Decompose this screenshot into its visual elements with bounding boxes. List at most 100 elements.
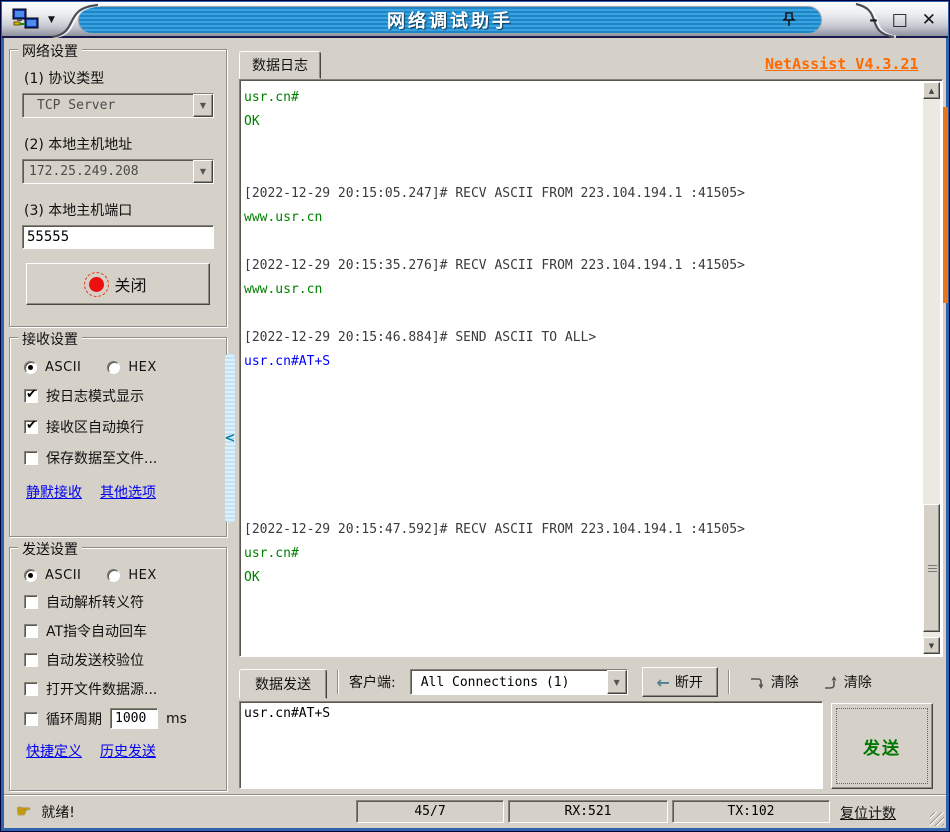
host-value: 172.25.249.208 bbox=[29, 164, 139, 179]
toolbar-divider-2 bbox=[727, 670, 730, 694]
send-toolbar: 数据发送 客户端: All Connections (1) ▼ ← 断开 清除 … bbox=[239, 665, 943, 699]
send-button[interactable]: 发送 bbox=[831, 703, 933, 789]
client-combo[interactable]: All Connections (1) ▼ bbox=[409, 669, 628, 695]
frame-count-panel: 45/7 bbox=[356, 800, 504, 823]
statusbar: ☛ 就绪! 45/7 RX:521 TX:102 复位计数 bbox=[4, 794, 946, 828]
app-icon[interactable] bbox=[12, 8, 40, 32]
clear-send-button[interactable]: 清除 bbox=[819, 670, 876, 694]
pin-icon[interactable] bbox=[781, 11, 797, 29]
log-mode-checkbox[interactable] bbox=[24, 387, 38, 403]
network-settings-title: 网络设置 bbox=[18, 41, 82, 61]
shortcut-define-link[interactable]: 快捷定义 bbox=[26, 741, 82, 761]
protocol-combo[interactable]: TCP Server ▼ bbox=[22, 93, 214, 118]
receive-settings-group: 接收设置 ASCII HEX 按日志模式显示 接收区自动换行 保存数据至文件..… bbox=[9, 329, 227, 537]
auto-checksum-checkbox[interactable] bbox=[24, 653, 38, 667]
data-log-area[interactable]: usr.cn# OK [2022-12-29 20:15:05.247]# REC… bbox=[239, 79, 943, 657]
netassist-window: 网络调试助手 ▼ – □ ✕ 网络设置 (1) 协议类型 TCP Server … bbox=[0, 0, 950, 832]
cycle-label: 循环周期 bbox=[46, 711, 102, 728]
tab-data-send-label: 数据发送 bbox=[255, 677, 311, 693]
client-combo-value: All Connections (1) bbox=[420, 674, 570, 690]
file-source-label: 打开文件数据源... bbox=[46, 682, 158, 698]
at-cr-checkbox[interactable] bbox=[24, 624, 38, 638]
log-line: usr.cn#AT+S bbox=[244, 354, 331, 369]
send-settings-title: 发送设置 bbox=[18, 539, 82, 559]
connection-toggle-button[interactable]: 关闭 bbox=[26, 263, 210, 305]
log-line: usr.cn# bbox=[244, 546, 299, 561]
save-to-file-label: 保存数据至文件... bbox=[46, 451, 158, 467]
scrollbar-thumb[interactable] bbox=[923, 504, 940, 632]
protocol-label: (1) 协议类型 bbox=[24, 71, 105, 87]
cycle-checkbox[interactable] bbox=[24, 711, 38, 726]
tab-data-send[interactable]: 数据发送 bbox=[239, 669, 327, 699]
collapse-left-icon[interactable]: < bbox=[225, 431, 236, 446]
save-to-file-checkbox[interactable] bbox=[24, 451, 38, 465]
escape-parse-checkbox[interactable] bbox=[24, 595, 38, 609]
at-cr-label: AT指令自动回车 bbox=[46, 624, 148, 640]
toolbar-divider bbox=[337, 670, 339, 694]
send-button-label: 发送 bbox=[863, 738, 901, 759]
log-lines: usr.cn# OK [2022-12-29 20:15:05.247]# REC… bbox=[244, 86, 918, 590]
tx-count-panel: TX:102 bbox=[672, 800, 830, 823]
minimize-button[interactable]: – bbox=[869, 11, 878, 29]
scroll-up-icon[interactable]: ▲ bbox=[923, 82, 940, 99]
recv-ascii-label: ASCII bbox=[45, 360, 82, 375]
close-button[interactable]: ✕ bbox=[922, 11, 936, 29]
window-title: 网络调试助手 bbox=[387, 11, 513, 32]
cycle-input[interactable] bbox=[110, 708, 158, 729]
recv-hex-radio[interactable] bbox=[107, 361, 121, 374]
recv-hex-label: HEX bbox=[128, 360, 157, 375]
titlebar[interactable]: 网络调试助手 ▼ – □ ✕ bbox=[2, 2, 948, 38]
escape-parse-label: 自动解析转义符 bbox=[46, 595, 144, 611]
history-send-link[interactable]: 历史发送 bbox=[100, 741, 156, 761]
clear-send-label: 清除 bbox=[843, 675, 872, 691]
file-source-checkbox[interactable] bbox=[24, 682, 38, 696]
scroll-down-icon[interactable]: ▼ bbox=[923, 637, 940, 654]
log-line: OK bbox=[244, 114, 260, 129]
send-settings-group: 发送设置 ASCII HEX 自动解析转义符 AT指令自动回车 自动发送校验位 … bbox=[9, 539, 227, 791]
titlebar-pill: 网络调试助手 bbox=[78, 6, 822, 34]
log-line: [2022-12-29 20:15:05.247]# RECV ASCII FR… bbox=[244, 186, 745, 201]
recv-ascii-radio[interactable] bbox=[24, 361, 37, 374]
other-options-link[interactable]: 其他选项 bbox=[100, 482, 156, 502]
send-input[interactable]: usr.cn#AT+S bbox=[239, 701, 823, 789]
log-scrollbar[interactable]: ▲ ▼ bbox=[923, 82, 940, 654]
clear-receive-label: 清除 bbox=[770, 675, 799, 691]
log-line: usr.cn# bbox=[244, 90, 299, 105]
client-dropdown-icon[interactable]: ▼ bbox=[606, 670, 627, 694]
send-hex-radio[interactable] bbox=[107, 569, 121, 582]
host-dropdown-icon[interactable]: ▼ bbox=[193, 160, 213, 183]
port-input[interactable] bbox=[22, 225, 214, 249]
log-line: [2022-12-29 20:15:46.884]# SEND ASCII TO… bbox=[244, 330, 597, 345]
ready-hand-icon: ☛ bbox=[16, 802, 32, 822]
maximize-button[interactable]: □ bbox=[892, 11, 908, 29]
host-combo[interactable]: 172.25.249.208 ▼ bbox=[22, 159, 214, 184]
disconnect-label: 断开 bbox=[674, 675, 703, 691]
silent-receive-link[interactable]: 静默接收 bbox=[26, 482, 82, 502]
auto-wrap-checkbox[interactable] bbox=[24, 418, 38, 434]
panel-collapse-splitter[interactable]: < bbox=[225, 353, 235, 523]
clear-up-arrow-icon bbox=[824, 675, 837, 689]
protocol-dropdown-icon[interactable]: ▼ bbox=[193, 94, 213, 117]
resize-grip[interactable] bbox=[930, 812, 944, 826]
version-link[interactable]: NetAssist V4.3.21 bbox=[765, 55, 919, 73]
app-menu-arrow-icon[interactable]: ▼ bbox=[48, 15, 55, 25]
tab-data-log-label: 数据日志 bbox=[252, 58, 308, 74]
cycle-unit: ms bbox=[166, 710, 187, 727]
network-settings-group: 网络设置 (1) 协议类型 TCP Server ▼ (2) 本地主机地址 17… bbox=[9, 41, 227, 327]
reset-count-button[interactable]: 复位计数 bbox=[840, 803, 896, 823]
port-label: (3) 本地主机端口 bbox=[24, 203, 133, 219]
receive-settings-title: 接收设置 bbox=[18, 329, 82, 349]
tab-data-log[interactable]: 数据日志 bbox=[239, 51, 321, 79]
protocol-value: TCP Server bbox=[37, 98, 116, 113]
clear-receive-button[interactable]: 清除 bbox=[746, 670, 803, 694]
auto-checksum-label: 自动发送校验位 bbox=[46, 653, 144, 669]
disconnect-button[interactable]: ← 断开 bbox=[641, 667, 718, 697]
send-ascii-radio[interactable] bbox=[24, 569, 37, 582]
